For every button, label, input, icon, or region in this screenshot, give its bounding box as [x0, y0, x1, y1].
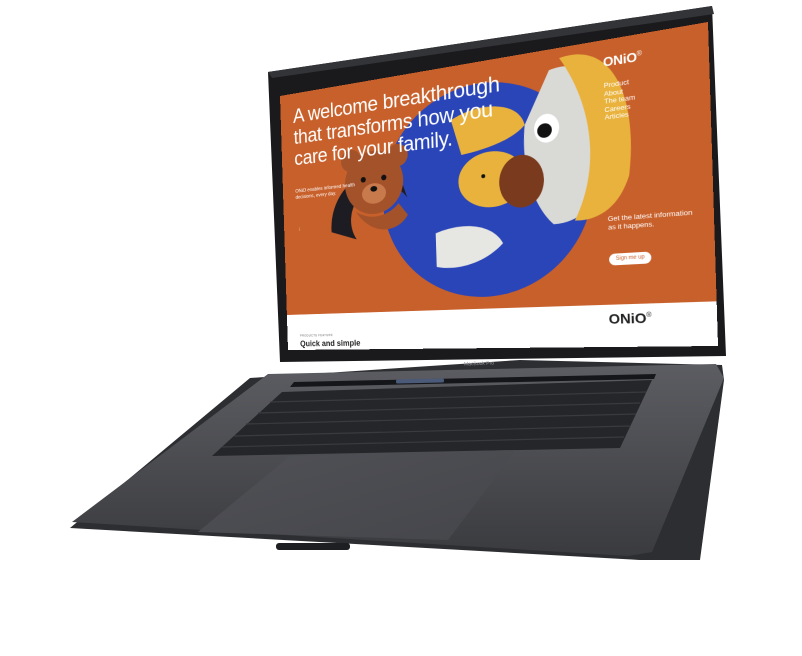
footer-registered-mark: ®: [646, 313, 651, 320]
registered-mark: ®: [637, 51, 642, 58]
footer-logo[interactable]: ONiO®: [608, 310, 651, 327]
section-heading: Quick and simple: [300, 338, 361, 348]
down-arrow-icon[interactable]: ↓: [298, 226, 301, 232]
section-kicker: PRODUCTS FEATURE: [300, 333, 333, 337]
footer-logo-text: ONiO: [608, 310, 646, 327]
brand-label: MacBook Pro: [464, 360, 494, 367]
front-notch: [276, 543, 350, 550]
main-nav: Product About The team Careers Articles: [604, 78, 636, 122]
sign-up-button[interactable]: Sign me up: [609, 251, 652, 265]
